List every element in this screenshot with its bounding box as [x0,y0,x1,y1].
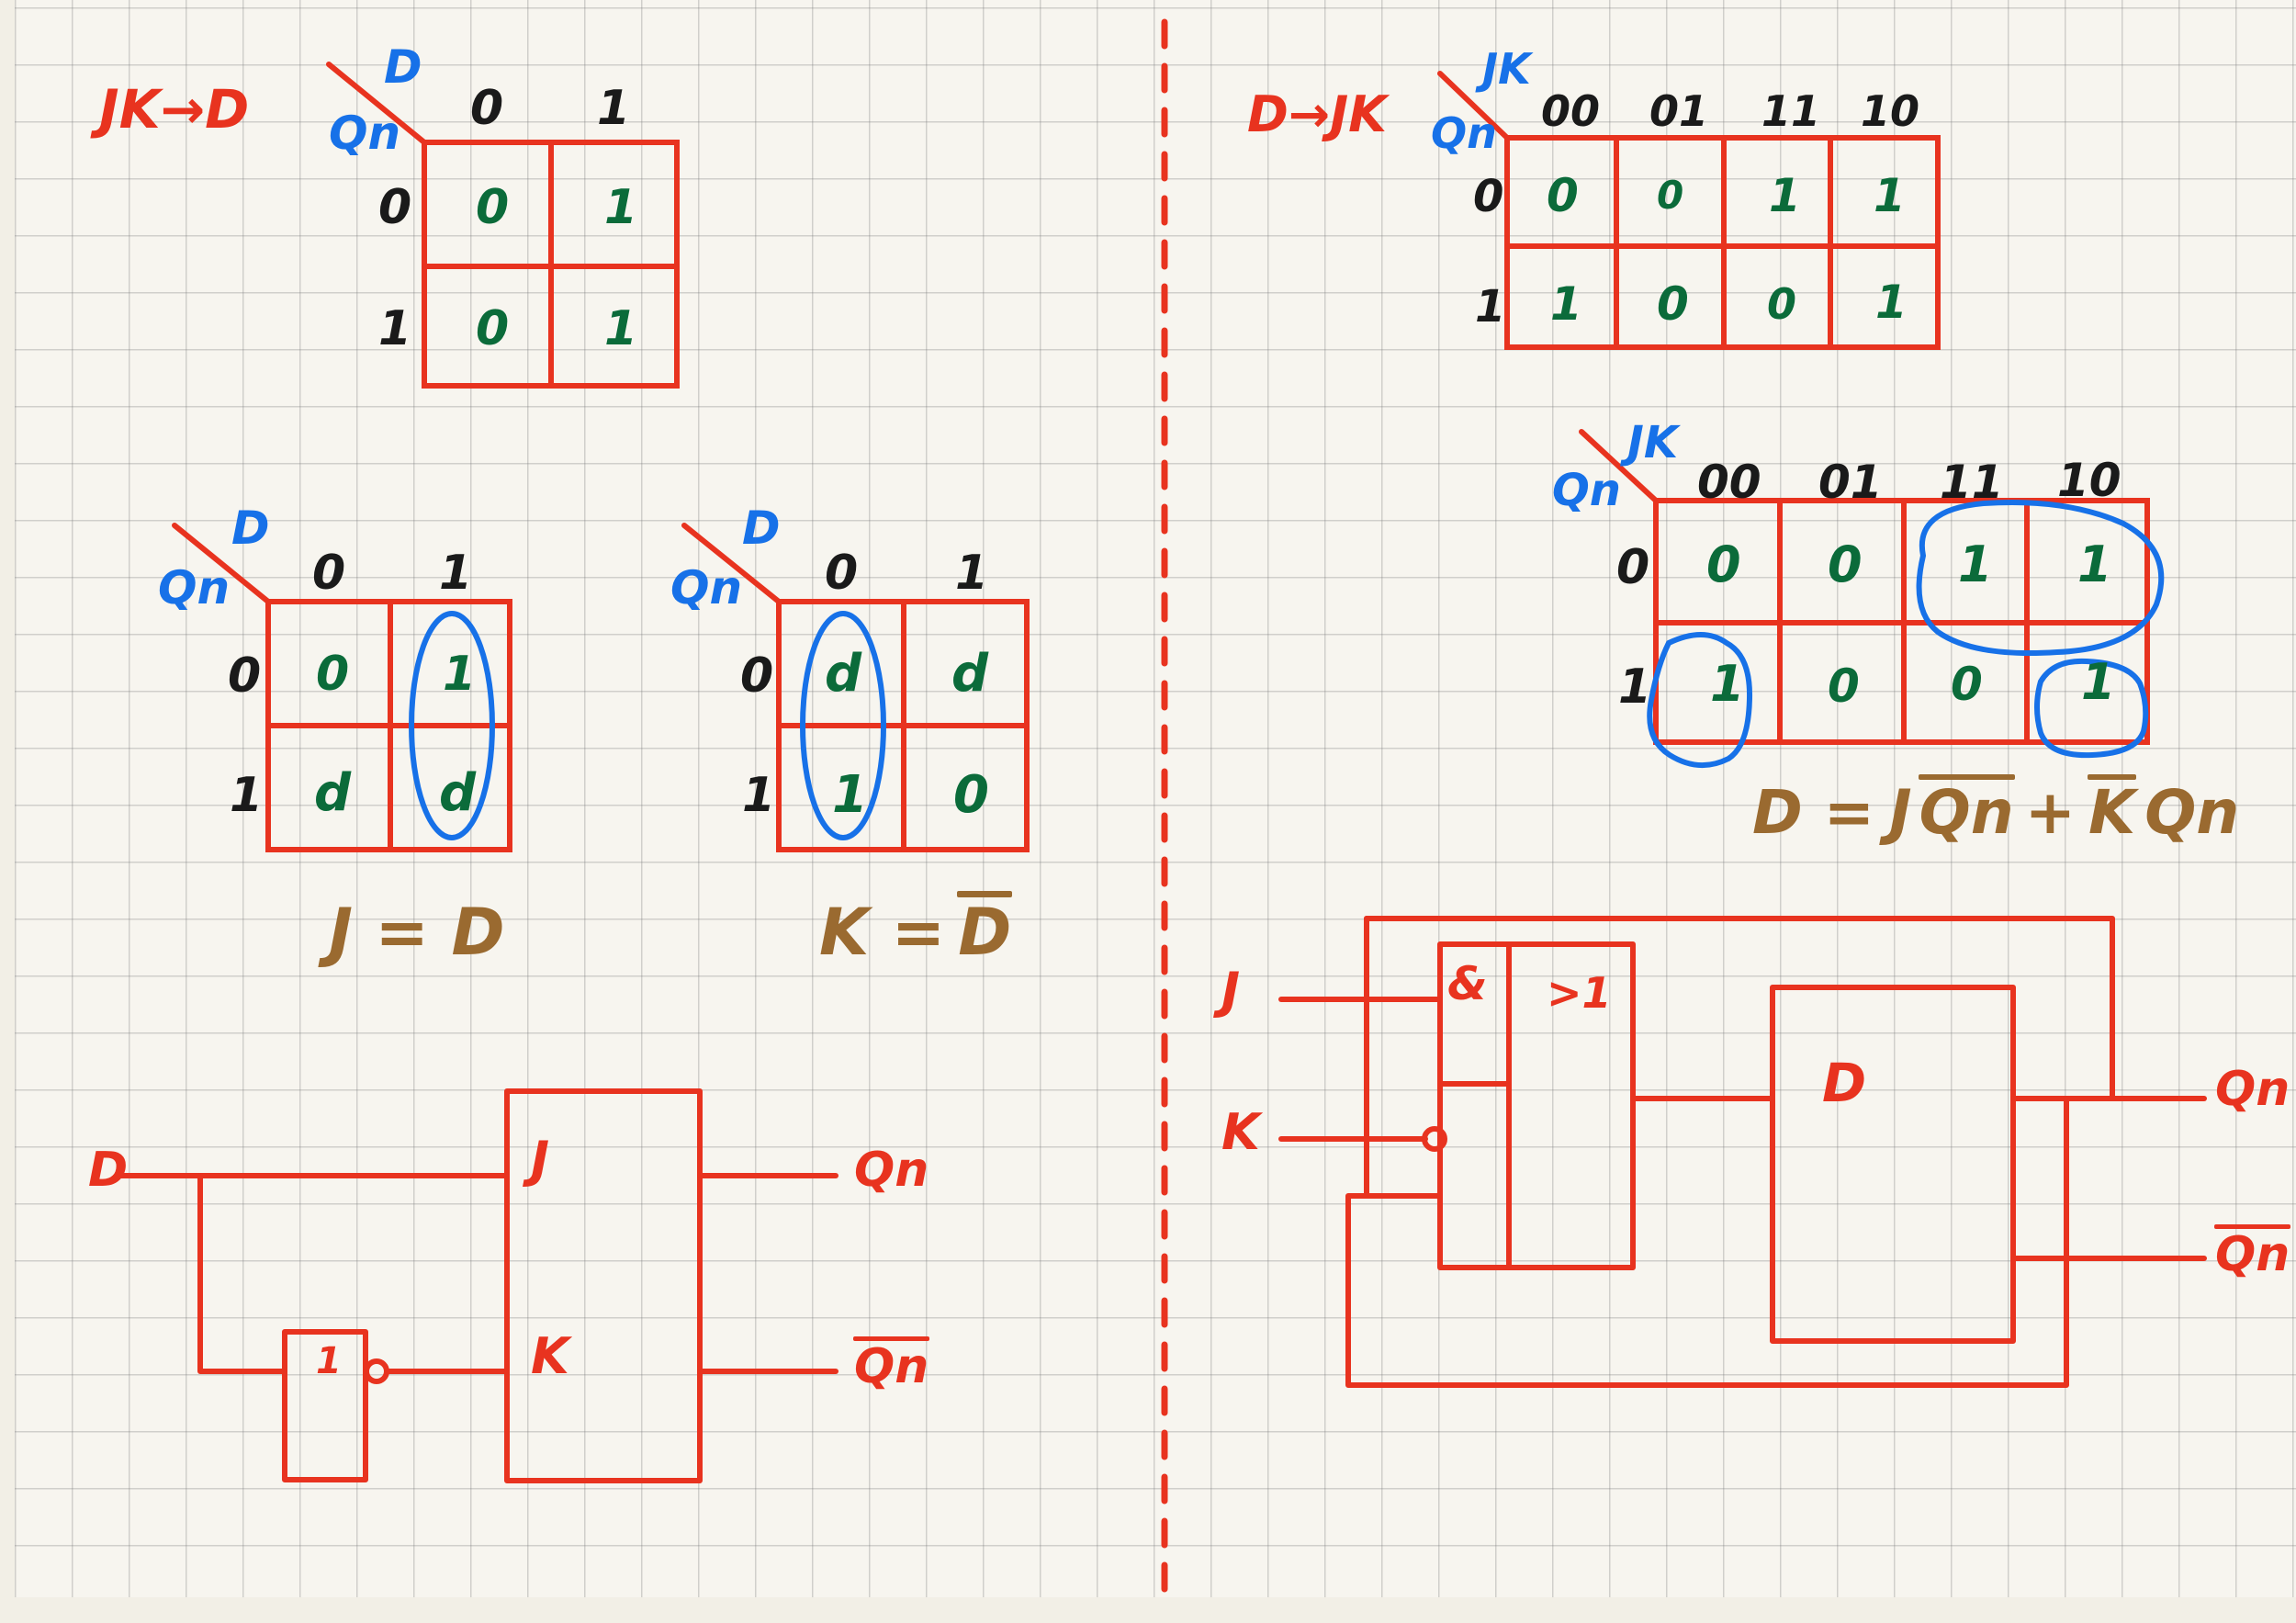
k-equation-dbar: D [957,891,1013,970]
ink-text-layer: JK→D Qn D 0 1 0 1 0 1 0 1 Qn D 0 1 0 1 0… [0,0,2296,1623]
right-kmap-col-header-10: 10 [2057,454,2122,507]
right-circuit-output-q: Qn [2215,1062,2290,1117]
j-map-cell-0-1: 1 [443,647,477,702]
right-kmap-row-header-0: 0 [1616,540,1650,595]
k-map-row-header-0: 0 [740,648,774,704]
j-map-cell-1-1: d [439,763,477,823]
right-kmap-cell-1-0: 1 [1710,655,1745,713]
right-kmap-col-header-00: 00 [1697,456,1761,509]
right-table-col-header-01: 01 [1649,86,1709,136]
k-equation-lhs: K = [819,895,946,970]
right-table-cell-1-3: 1 [1875,276,1908,329]
k-equation: K = D [819,891,1013,970]
k-map-col-var: D [742,502,781,555]
right-circuit-input-k: K [1221,1103,1260,1161]
j-map-row-var: Qn [158,561,231,614]
right-kmap-cell-0-2: 1 [1958,535,1993,593]
right-table-cell-1-1: 0 [1657,277,1689,331]
k-map-cell-1-1: 0 [953,765,989,825]
d-equation-qbar: Qn [1918,773,2015,848]
right-table-cell-0-3: 1 [1874,169,1906,222]
d-equation-kbar: K [2088,773,2137,848]
k-map-cell-1-0: 1 [832,765,868,825]
k-map-col-header-1: 1 [955,546,989,601]
right-table-col-header-11: 11 [1761,86,1821,136]
right-kmap-cell-0-1: 0 [1828,535,1863,593]
j-map-cell-0-0: 0 [316,647,350,702]
left-table-cell-0-0: 0 [476,180,510,235]
left-table-col-header-0: 0 [470,81,504,136]
right-kmap-cell-1-3: 1 [2081,653,2116,711]
right-table-col-header-10: 10 [1861,86,1920,136]
right-kmap-col-header-01: 01 [1818,456,1883,509]
right-table-cell-1-0: 1 [1550,277,1582,331]
j-map-col-header-0: 0 [312,546,346,601]
left-table-cell-0-1: 1 [604,180,638,235]
j-map-col-var: D [231,502,270,555]
right-circuit-input-j: J [1221,962,1241,1020]
j-equation: J = D [329,895,505,970]
right-table-cell-1-2: 0 [1767,279,1797,329]
k-map-row-header-1: 1 [742,768,776,823]
right-kmap-row-header-1: 1 [1618,659,1652,715]
left-table-col-var: D [384,40,422,94]
right-kmap-cell-0-0: 0 [1706,535,1741,593]
left-table-row-var: Qn [329,107,401,160]
or-gate-label: >1 [1547,968,1612,1018]
right-table-row-header-1: 1 [1475,281,1506,332]
right-kmap-col-var: JK [1627,417,1679,468]
left-circuit-k-pin: K [531,1327,569,1385]
d-equation-j: J [1889,777,1912,848]
d-flipflop-label: D [1822,1052,1867,1114]
right-table-cell-0-0: 0 [1547,169,1579,222]
right-qbar-text: Qn [2213,1223,2291,1282]
right-table-col-var: JK [1482,44,1531,94]
j-map-row-header-0: 0 [228,648,262,704]
and-gate-label: & [1447,957,1488,1010]
j-map-cell-1-0: d [314,763,352,823]
left-circuit-output-qbar: Qn [852,1336,930,1394]
right-table-cell-0-1: 0 [1657,173,1684,218]
left-table-row-header-0: 0 [378,180,412,235]
left-title: JK→D [99,78,250,141]
d-equation-lhs: D = [1752,777,1875,848]
right-table-col-header-00: 00 [1541,86,1601,136]
right-title: D→JK [1247,85,1388,143]
left-table-row-header-1: 1 [378,301,412,356]
left-circuit-j-pin: J [531,1131,550,1189]
k-map-col-header-0: 0 [825,546,859,601]
right-table-cell-0-2: 1 [1769,169,1801,222]
left-table-cell-1-0: 0 [476,301,510,356]
left-circuit-inverter-label: 1 [316,1340,342,1382]
d-equation-q: Qn [2144,777,2240,848]
d-equation-plus: + [2024,777,2077,848]
left-circuit-output-q: Qn [854,1143,929,1198]
right-table-row-var: Qn [1431,108,1497,158]
right-kmap-col-header-11: 11 [1940,456,2004,509]
d-equation: D = J Qn + K Qn [1752,773,2239,848]
left-table-cell-1-1: 1 [604,301,638,356]
k-map-row-var: Qn [670,561,743,614]
right-kmap-row-var: Qn [1552,465,1621,516]
j-map-row-header-1: 1 [230,768,264,823]
left-circuit-input-d: D [88,1143,129,1198]
left-qbar-text: Qn [852,1336,930,1394]
k-map-cell-0-1: d [951,644,989,704]
k-map-cell-0-0: d [825,644,862,704]
right-table-row-header-0: 0 [1473,171,1504,222]
j-map-col-header-1: 1 [439,546,473,601]
right-kmap-cell-1-2: 0 [1951,658,1983,711]
right-kmap-cell-0-3: 1 [2077,535,2112,593]
left-table-col-header-1: 1 [597,81,631,136]
right-kmap-cell-1-1: 0 [1828,659,1860,713]
right-circuit-output-qbar: Qn [2213,1223,2291,1282]
